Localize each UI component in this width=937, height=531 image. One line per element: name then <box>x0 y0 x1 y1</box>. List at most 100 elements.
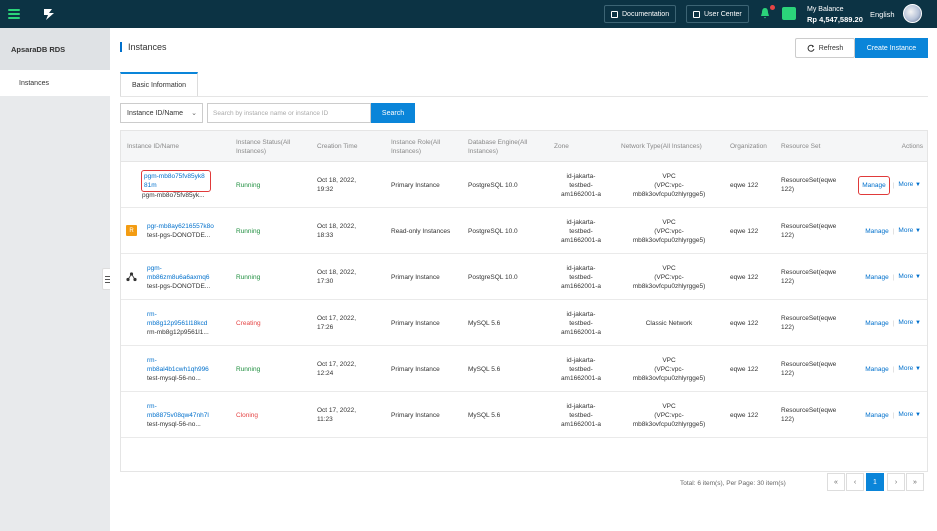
refresh-icon <box>807 44 815 52</box>
caret-down-icon: ▼ <box>915 182 921 188</box>
organization: eqwe 122 <box>730 181 759 189</box>
documentation-button[interactable]: Documentation <box>604 5 677 23</box>
organization: eqwe 122 <box>730 411 759 419</box>
table-row: pgm-mb86zm8u6a6axmq6 test-pgs-DONOTDE...… <box>121 254 927 300</box>
network-type: Classic Network <box>645 319 693 327</box>
table-row: pgm-mb8o75fv85yk881m pgm-mb8o75fv85yk...… <box>121 162 927 208</box>
more-dropdown[interactable]: More ▼ <box>898 272 921 282</box>
wallet-icon[interactable] <box>782 7 796 20</box>
table-row: rm-mb8al4b1cwh1qh996 test-mysql-56-no...… <box>121 346 927 392</box>
database-engine: MySQL 5.6 <box>468 411 501 419</box>
instance-role: Read-only Instances <box>391 227 451 235</box>
header-status[interactable]: Instance Status(All Instances) <box>236 131 308 162</box>
database-engine: PostgreSQL 10.0 <box>468 273 518 281</box>
pagination-first[interactable]: « <box>827 473 845 491</box>
manage-link[interactable]: Manage <box>858 175 890 195</box>
caret-down-icon: ▼ <box>915 320 921 326</box>
balance[interactable]: My Balance Rp 4,547,589.20 <box>807 5 863 25</box>
manage-link[interactable]: Manage <box>865 227 889 236</box>
header-actions: Actions <box>901 143 923 150</box>
instance-id-link[interactable]: pgm-mb86zm8u6a6axmq6 <box>147 264 210 282</box>
zone: id-jakarta-testbed-am1662001-a <box>560 218 602 244</box>
header-instance-id: Instance ID/Name <box>127 143 180 150</box>
instance-id-link[interactable]: pgr-mb8ay6216557k8o <box>147 222 214 231</box>
more-dropdown[interactable]: More ▼ <box>898 410 921 420</box>
resource-set: ResourceSet(eqwe 122) <box>781 361 837 377</box>
manage-link[interactable]: Manage <box>865 365 889 374</box>
instance-id-link[interactable]: pgm-mb8o75fv85yk881m <box>141 169 211 192</box>
database-engine: MySQL 5.6 <box>468 319 501 327</box>
read-only-icon: R <box>126 225 137 236</box>
notification-dot <box>770 5 775 10</box>
resource-set: ResourceSet(eqwe 122) <box>781 407 837 423</box>
chevron-down-icon: ⌄ <box>191 110 197 117</box>
instance-id-cell: rm-mb8al4b1cwh1qh996 test-mysql-56-no... <box>147 346 232 392</box>
resource-set: ResourceSet(eqwe 122) <box>781 269 837 285</box>
header-zone: Zone <box>554 143 569 150</box>
avatar[interactable] <box>903 4 922 23</box>
zone: id-jakarta-testbed-am1662001-a <box>560 172 602 198</box>
instance-name: test-pgs-DONOTDE... <box>147 282 211 290</box>
more-dropdown[interactable]: More ▼ <box>898 226 921 236</box>
instance-id-link[interactable]: rm-mb8al4b1cwh1qh996 <box>147 356 209 374</box>
network-type: VPC (VPC:vpc-mb8k3ovfcpu0zhlyrgge5) <box>632 218 706 244</box>
instance-role: Primary Instance <box>391 411 440 419</box>
more-dropdown[interactable]: More ▼ <box>898 318 921 328</box>
actions-cell: Manage | More ▼ <box>865 272 921 282</box>
table-row: rm-mb8875v08qw47nh7l test-mysql-56-no...… <box>121 392 927 438</box>
resource-set: ResourceSet(eqwe 122) <box>781 177 837 193</box>
pagination-prev[interactable]: ‹ <box>846 473 864 491</box>
actions-cell: Manage | More ▼ <box>865 226 921 236</box>
table-header: Instance ID/Name Instance Status(All Ins… <box>121 131 927 162</box>
caret-down-icon: ▼ <box>915 274 921 280</box>
manage-link[interactable]: Manage <box>865 411 889 420</box>
database-engine: MySQL 5.6 <box>468 365 501 373</box>
search-button[interactable]: Search <box>371 103 415 123</box>
more-dropdown[interactable]: More ▼ <box>898 180 921 190</box>
header-engine[interactable]: Database Engine(All Instances) <box>468 131 546 162</box>
language-selector[interactable]: English <box>870 10 895 19</box>
menu-icon[interactable] <box>8 9 20 19</box>
organization: eqwe 122 <box>730 273 759 281</box>
monitor-icon <box>693 10 700 18</box>
pagination-last[interactable]: » <box>906 473 924 491</box>
pagination-next[interactable]: › <box>887 473 905 491</box>
user-center-button[interactable]: User Center <box>686 5 749 23</box>
bell-icon[interactable] <box>760 7 770 19</box>
zone: id-jakarta-testbed-am1662001-a <box>560 310 602 336</box>
manage-link[interactable]: Manage <box>865 319 889 328</box>
organization: eqwe 122 <box>730 227 759 235</box>
more-dropdown[interactable]: More ▼ <box>898 364 921 374</box>
instance-name: pgm-mb8o75fv85yk... <box>142 191 205 199</box>
header-network[interactable]: Network Type(All Instances) <box>621 131 721 162</box>
header-organization: Organization <box>730 143 767 150</box>
filter-select[interactable]: Instance ID/Name ⌄ <box>120 103 203 123</box>
manage-link[interactable]: Manage <box>865 273 889 282</box>
instance-role: Primary Instance <box>391 181 440 189</box>
actions-cell: Manage | More ▼ <box>851 162 927 208</box>
pagination-page-1[interactable]: 1 <box>866 473 884 491</box>
logo-icon[interactable] <box>42 6 58 22</box>
tab-basic-information[interactable]: Basic Information <box>120 72 198 97</box>
status-badge: Running <box>236 365 261 373</box>
instance-id-link[interactable]: rm-mb8g12p9561l18kcd <box>147 310 207 328</box>
network-type: VPC (VPC:vpc-mb8k3ovfcpu0zhlyrgge5) <box>632 264 706 290</box>
search-input[interactable] <box>207 103 371 123</box>
refresh-button[interactable]: Refresh <box>795 38 855 58</box>
create-instance-button[interactable]: Create Instance <box>855 38 928 58</box>
top-bar: Documentation User Center My Balance Rp … <box>0 0 937 28</box>
instance-id-link[interactable]: rm-mb8875v08qw47nh7l <box>147 402 209 420</box>
status-badge: Running <box>236 227 261 235</box>
instance-name: test-mysql-56-no... <box>147 374 201 382</box>
zone: id-jakarta-testbed-am1662001-a <box>560 356 602 382</box>
caret-down-icon: ▼ <box>915 412 921 418</box>
actions-cell: Manage | More ▼ <box>865 318 921 328</box>
header-creation-time: Creation Time <box>317 143 358 150</box>
zone: id-jakarta-testbed-am1662001-a <box>560 264 602 290</box>
zone: id-jakarta-testbed-am1662001-a <box>560 402 602 428</box>
sidebar-title: ApsaraDB RDS <box>0 28 110 70</box>
header-role[interactable]: Instance Role(All Instances) <box>391 131 463 162</box>
creation-time: Oct 18, 2022, 17:30 <box>317 269 357 285</box>
sidebar-item-instances[interactable]: Instances <box>0 70 110 96</box>
instance-id-cell: rm-mb8875v08qw47nh7l test-mysql-56-no... <box>147 392 232 438</box>
